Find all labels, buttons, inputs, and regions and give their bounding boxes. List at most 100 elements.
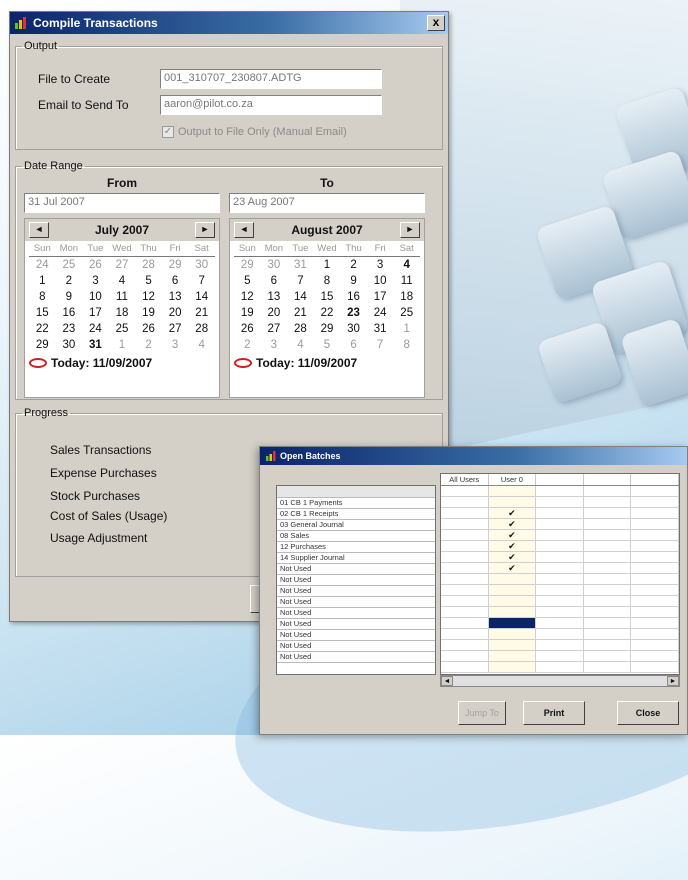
jump-to-button[interactable]: Jump To: [458, 701, 506, 725]
calendar-day[interactable]: 12: [135, 290, 162, 305]
calendar-day[interactable]: 24: [29, 258, 56, 273]
calendar-day[interactable]: 8: [393, 338, 420, 353]
grid-cell[interactable]: [584, 508, 632, 518]
grid-cell[interactable]: [441, 640, 489, 650]
calendar-day[interactable]: 13: [261, 290, 288, 305]
batch-row[interactable]: Not Used: [277, 586, 435, 597]
scroll-left-icon[interactable]: ◄: [441, 676, 453, 686]
calendar-day[interactable]: 22: [314, 306, 341, 321]
calendar-day[interactable]: 26: [234, 322, 261, 337]
grid-cell[interactable]: [631, 607, 679, 617]
grid-cell[interactable]: [536, 497, 584, 507]
check-icon[interactable]: ✔: [488, 541, 537, 551]
calendar-day[interactable]: 16: [56, 306, 83, 321]
calendar-day[interactable]: 4: [287, 338, 314, 353]
batch-row[interactable]: Not Used: [277, 652, 435, 663]
file-input[interactable]: 001_310707_230807.ADTG: [160, 69, 382, 89]
calendar-day[interactable]: 10: [82, 290, 109, 305]
grid-cell[interactable]: [488, 585, 537, 595]
calendar-day[interactable]: 25: [56, 258, 83, 273]
grid-cell[interactable]: [631, 530, 679, 540]
calendar-day[interactable]: 29: [162, 258, 189, 273]
check-icon[interactable]: ✔: [488, 530, 537, 540]
calendar-day[interactable]: 13: [162, 290, 189, 305]
calendar-day[interactable]: 6: [340, 338, 367, 353]
grid-cell[interactable]: [536, 541, 584, 551]
grid-cell[interactable]: [536, 486, 584, 496]
calendar-day[interactable]: 2: [340, 258, 367, 273]
grid-cell[interactable]: [536, 508, 584, 518]
calendar-day[interactable]: 18: [393, 290, 420, 305]
grid-cell[interactable]: [584, 662, 632, 672]
grid-cell[interactable]: [536, 618, 584, 628]
grid-cell[interactable]: [488, 607, 537, 617]
calendar-day[interactable]: 7: [367, 338, 394, 353]
grid-cell[interactable]: [584, 497, 632, 507]
calendar-day[interactable]: 25: [109, 322, 136, 337]
calendar-day[interactable]: 22: [29, 322, 56, 337]
horizontal-scrollbar[interactable]: ◄ ►: [440, 675, 680, 687]
grid-cell[interactable]: [631, 497, 679, 507]
output-only-checkbox[interactable]: ✓: [162, 126, 174, 138]
calendar-day[interactable]: 20: [162, 306, 189, 321]
output-only-option[interactable]: ✓ Output to File Only (Manual Email): [162, 126, 347, 138]
calendar-day[interactable]: 5: [234, 274, 261, 289]
calendar-day[interactable]: 21: [287, 306, 314, 321]
grid-cell[interactable]: [441, 508, 489, 518]
calendar-day[interactable]: 6: [261, 274, 288, 289]
grid-cell[interactable]: [488, 618, 537, 628]
prev-month-button[interactable]: ◄: [29, 222, 49, 238]
calendar-day[interactable]: 28: [188, 322, 215, 337]
grid-cell[interactable]: [584, 563, 632, 573]
calendar-day[interactable]: 14: [188, 290, 215, 305]
grid-cell[interactable]: [441, 574, 489, 584]
batch-row[interactable]: Not Used: [277, 564, 435, 575]
calendar-day[interactable]: 14: [287, 290, 314, 305]
calendar-day[interactable]: 3: [367, 258, 394, 273]
today-link[interactable]: Today: 11/09/2007: [29, 356, 215, 370]
grid-cell[interactable]: [631, 585, 679, 595]
calendar-day[interactable]: 17: [82, 306, 109, 321]
grid-cell[interactable]: [536, 640, 584, 650]
calendar-day[interactable]: 26: [135, 322, 162, 337]
calendar-day[interactable]: 11: [393, 274, 420, 289]
calendar-day[interactable]: 8: [314, 274, 341, 289]
batch-row[interactable]: Not Used: [277, 641, 435, 652]
grid-cell[interactable]: [536, 651, 584, 661]
grid-cell[interactable]: [536, 519, 584, 529]
grid-cell[interactable]: [441, 541, 489, 551]
calendar-day[interactable]: 3: [162, 338, 189, 353]
grid-cell[interactable]: [536, 563, 584, 573]
grid-cell[interactable]: [631, 563, 679, 573]
calendar-day[interactable]: 29: [29, 338, 56, 353]
calendar-day[interactable]: 28: [287, 322, 314, 337]
batch-row[interactable]: 08 Sales: [277, 531, 435, 542]
calendar-day[interactable]: 23: [340, 306, 367, 321]
next-month-button[interactable]: ►: [194, 222, 215, 238]
grid-cell[interactable]: [584, 585, 632, 595]
batch-row[interactable]: Not Used: [277, 575, 435, 586]
grid-cell[interactable]: [631, 629, 679, 639]
grid-cell[interactable]: [631, 508, 679, 518]
grid-cell[interactable]: [536, 574, 584, 584]
today-link[interactable]: Today: 11/09/2007: [234, 356, 420, 370]
grid-cell[interactable]: [488, 629, 537, 639]
grid-cell[interactable]: [631, 541, 679, 551]
calendar-day[interactable]: 4: [109, 274, 136, 289]
from-date-input[interactable]: 31 Jul 2007: [24, 193, 220, 213]
calendar-day[interactable]: 15: [29, 306, 56, 321]
grid-cell[interactable]: [441, 530, 489, 540]
grid-cell[interactable]: [488, 486, 537, 496]
calendar-day[interactable]: 18: [109, 306, 136, 321]
grid-cell[interactable]: [441, 662, 489, 672]
grid-cell[interactable]: [631, 519, 679, 529]
calendar-day[interactable]: 21: [188, 306, 215, 321]
calendar-day[interactable]: 9: [56, 290, 83, 305]
calendar-day[interactable]: 3: [261, 338, 288, 353]
grid-cell[interactable]: [536, 530, 584, 540]
grid-cell[interactable]: [631, 486, 679, 496]
user-grid[interactable]: All Users User 0 ✔ ✔ ✔ ✔ ✔ ✔: [440, 473, 680, 675]
calendar-day[interactable]: 17: [367, 290, 394, 305]
grid-cell[interactable]: [441, 497, 489, 507]
grid-cell[interactable]: [441, 552, 489, 562]
